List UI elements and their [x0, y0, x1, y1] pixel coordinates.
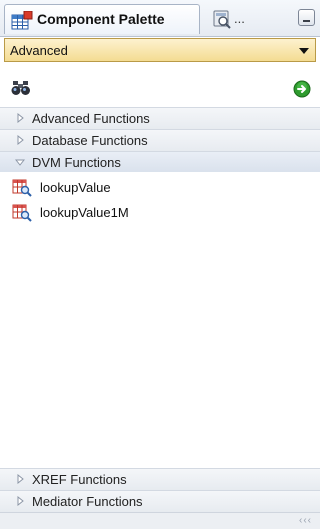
category-select[interactable]: Advanced	[4, 38, 316, 62]
section-label: XREF Functions	[32, 472, 127, 487]
component-palette-panel: Component Palette ... Advanced Advanced …	[0, 0, 320, 529]
list-item[interactable]: lookupValue1M	[0, 201, 320, 225]
caret-right-icon	[17, 135, 24, 145]
function-table-icon	[12, 179, 32, 200]
tab-component-palette-title: Component Palette	[37, 11, 165, 27]
dvm-functions-list: lookupValue lookupValue1M	[0, 172, 320, 468]
tab-bar: Component Palette ...	[0, 0, 320, 37]
binoculars-icon	[11, 80, 31, 99]
tab-properties[interactable]: ...	[206, 8, 266, 32]
resize-grip-icon[interactable]: ‹‹‹	[299, 515, 312, 526]
caret-right-icon	[17, 113, 24, 123]
caret-down-icon	[15, 159, 25, 166]
section-label: Mediator Functions	[32, 494, 143, 509]
section-database-functions[interactable]: Database Functions	[0, 129, 320, 151]
section-xref-functions[interactable]: XREF Functions	[0, 468, 320, 490]
list-item[interactable]: lookupValue	[0, 176, 320, 200]
caret-right-icon	[17, 474, 24, 484]
item-label: lookupValue	[40, 180, 111, 195]
section-mediator-functions[interactable]: Mediator Functions	[0, 490, 320, 512]
go-arrow-icon[interactable]	[293, 80, 311, 101]
section-label: Database Functions	[32, 133, 148, 148]
item-label: lookupValue1M	[40, 205, 129, 220]
caret-right-icon	[17, 496, 24, 506]
status-bar: ‹‹‹	[0, 512, 320, 529]
properties-icon	[212, 9, 232, 32]
tab-component-palette[interactable]: Component Palette	[4, 4, 200, 34]
chevron-down-icon	[299, 48, 309, 54]
tab-properties-title: ...	[234, 11, 245, 26]
minimize-button[interactable]	[298, 9, 315, 26]
section-label: Advanced Functions	[32, 111, 150, 126]
category-select-value: Advanced	[10, 43, 68, 58]
component-palette-icon	[11, 10, 33, 34]
section-dvm-functions[interactable]: DVM Functions	[0, 151, 320, 173]
search-input[interactable]	[36, 76, 284, 100]
section-label: DVM Functions	[32, 155, 121, 170]
function-table-icon	[12, 204, 32, 225]
search-row	[0, 74, 320, 104]
section-advanced-functions[interactable]: Advanced Functions	[0, 107, 320, 129]
